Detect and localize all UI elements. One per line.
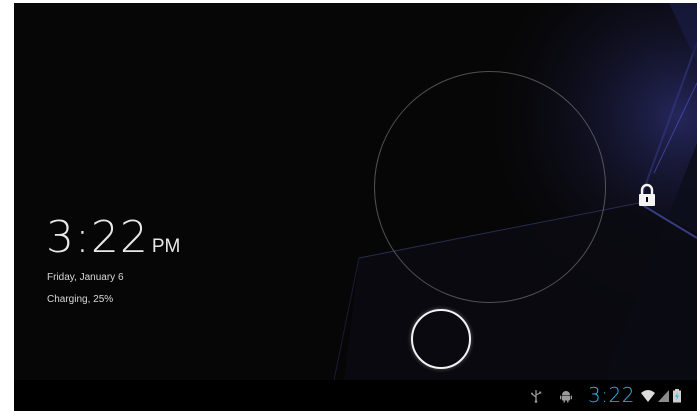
unlock-handle[interactable] [411, 309, 471, 369]
wifi-icon [641, 390, 655, 402]
system-bar: 3:22 [14, 380, 697, 411]
usb-icon [531, 390, 542, 403]
clock-ampm: PM [151, 236, 181, 257]
unlock-ring [374, 71, 606, 303]
signal-icon [658, 390, 669, 402]
lock-icon[interactable] [635, 183, 659, 209]
android-screen: 3:22PM Friday, January 6 Charging, 25% [0, 0, 697, 411]
status-bar-clock: 3:22 [588, 383, 635, 407]
lock-screen: 3:22 PM Friday, January 6 Charging, 25% [14, 3, 697, 380]
lockscreen-date: Friday, January 6 [47, 272, 124, 283]
battery-icon [673, 389, 681, 403]
charging-status: Charging, 25% [47, 294, 114, 305]
lockscreen-clock: 3:22 PM [46, 212, 180, 264]
clock-time: 3:22 [46, 212, 149, 263]
android-debug-icon [560, 391, 572, 403]
